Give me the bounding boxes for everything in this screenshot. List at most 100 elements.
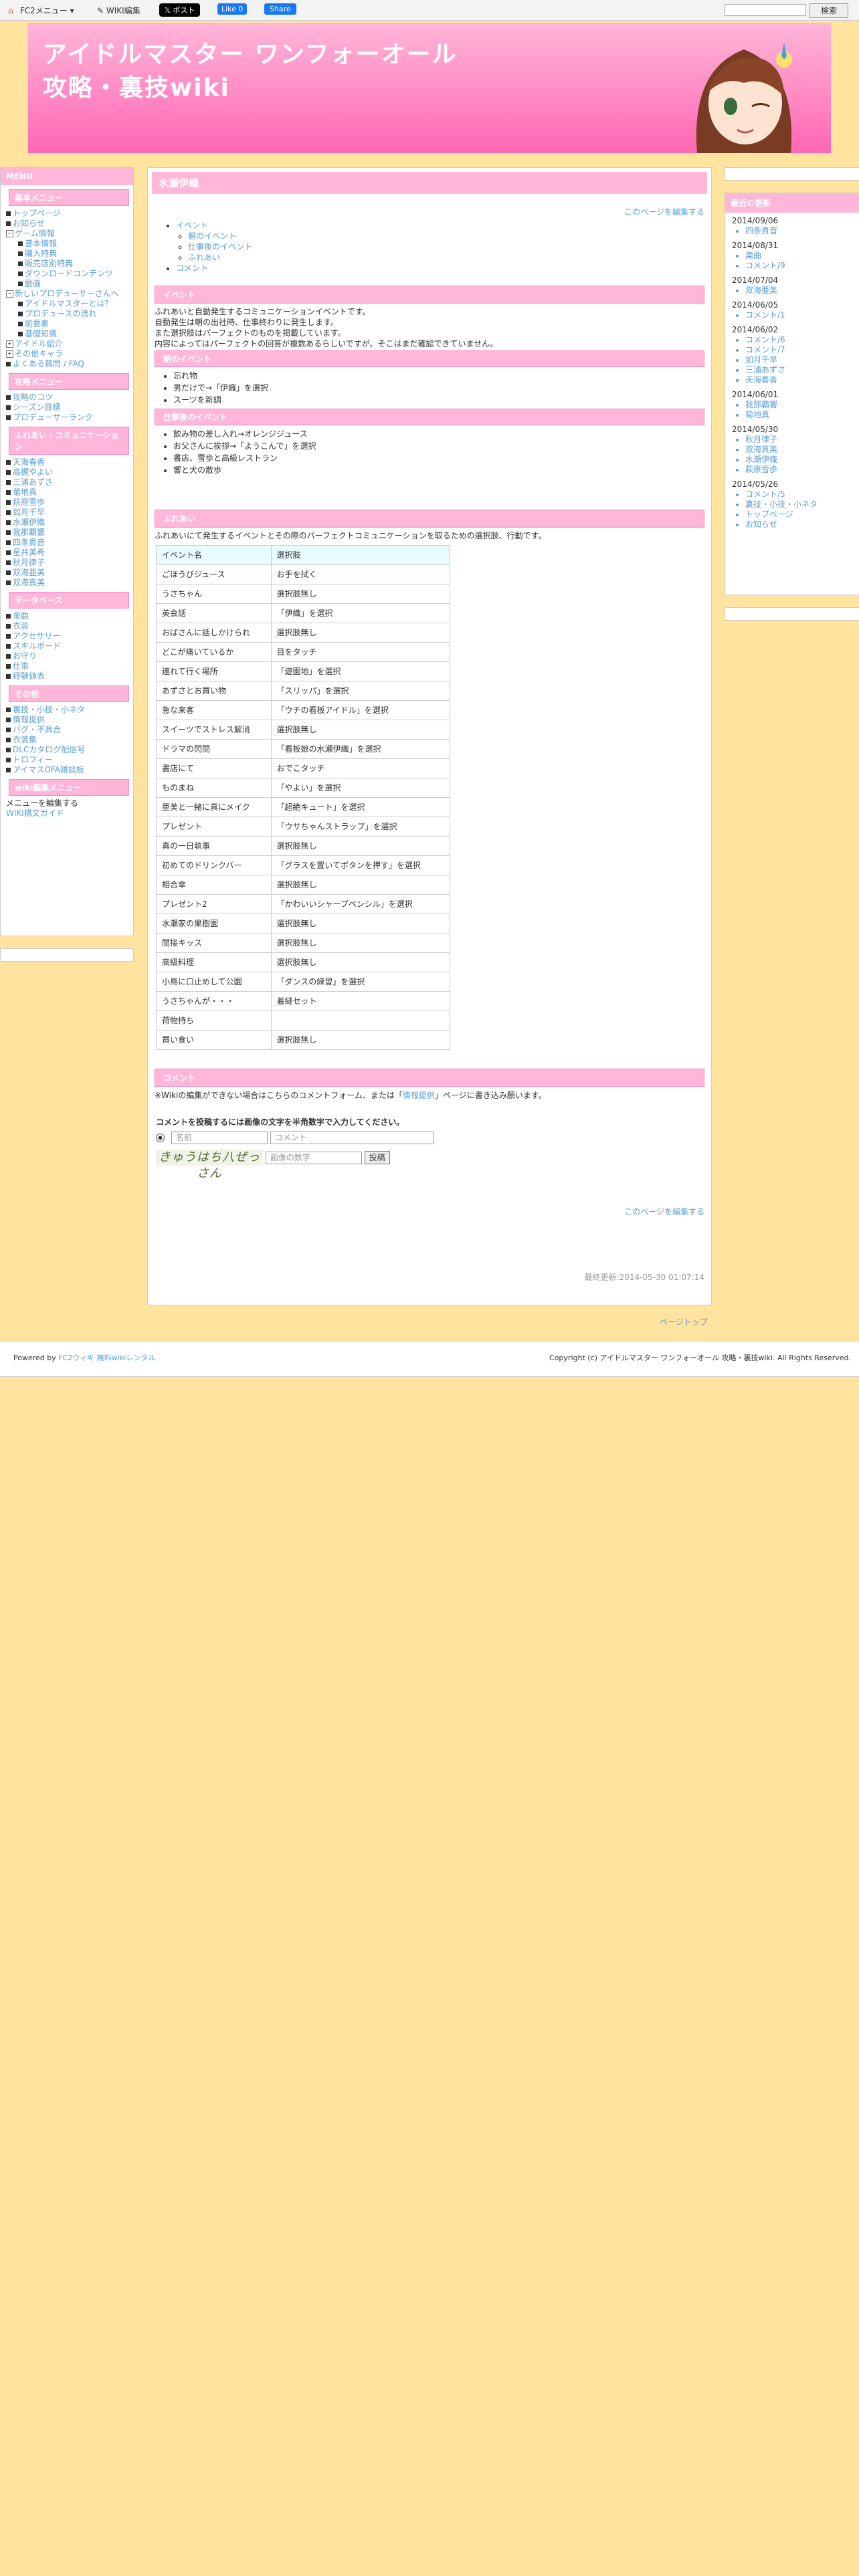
sidebar-item[interactable]: 天海春香	[6, 457, 133, 467]
sidebar-item[interactable]: 菊地真	[6, 488, 133, 498]
sidebar-item[interactable]: バグ・不具合	[6, 725, 133, 735]
edit-page-link[interactable]: このページを編集する	[624, 207, 704, 217]
update-link[interactable]: 萩原雪歩	[745, 465, 852, 475]
fb-share-button[interactable]: Share	[264, 3, 296, 15]
update-link[interactable]: コメント/7	[745, 345, 852, 355]
sidebar-item[interactable]: 基礎知識	[6, 329, 133, 339]
update-link[interactable]: お知らせ	[745, 520, 852, 530]
search-input[interactable]	[725, 4, 806, 16]
sidebar-item-label[interactable]: 情報提供	[13, 715, 45, 724]
sidebar-item[interactable]: 秋月律子	[6, 558, 133, 568]
toc-fureai[interactable]: ふれあい	[188, 253, 220, 262]
fb-like-button[interactable]: Like 0	[217, 3, 248, 15]
sidebar-item-label[interactable]: 基礎知識	[25, 329, 57, 338]
sidebar-item-label[interactable]: 四条貴音	[13, 538, 45, 547]
toc-event[interactable]: イベント	[176, 221, 208, 230]
sidebar-item[interactable]: 経験値表	[6, 671, 133, 681]
fc2-menu[interactable]: ⌂ FC2メニュー ▾	[8, 5, 74, 16]
sidebar-item[interactable]: 高槻やよい	[6, 467, 133, 477]
sidebar-item[interactable]: 仕事	[6, 661, 133, 671]
sidebar-item[interactable]: 楽曲	[6, 611, 133, 621]
name-field[interactable]: 名前	[171, 1132, 268, 1144]
sidebar-item[interactable]: トロフィー	[6, 755, 133, 765]
update-link[interactable]: 秋月律子	[745, 435, 852, 445]
sidebar-item-label[interactable]: 経験値表	[13, 671, 45, 681]
sidebar-item[interactable]: お知らせ	[6, 219, 133, 229]
sidebar-item-label[interactable]: プロデュースの流れ	[25, 309, 96, 318]
sidebar-item[interactable]: 如月千早	[6, 508, 133, 518]
sidebar-item-label[interactable]: お知らせ	[13, 219, 45, 228]
comment-field[interactable]: コメント	[270, 1132, 434, 1144]
sidebar-item-label[interactable]: 天海春香	[13, 457, 45, 467]
sidebar-item-label[interactable]: 購入特典	[25, 249, 57, 258]
sidebar-item-label[interactable]: 双海真美	[13, 578, 45, 587]
update-link[interactable]: 三浦あずさ	[745, 365, 852, 375]
sidebar-item[interactable]: 我那覇響	[6, 528, 133, 538]
sidebar-item-label[interactable]: その他キャラ	[15, 349, 63, 358]
sidebar-item[interactable]: + その他キャラ	[6, 349, 133, 359]
sidebar-item-label[interactable]: 双海亜美	[13, 568, 45, 577]
expand-icon[interactable]: +	[6, 350, 13, 358]
sidebar-item[interactable]: DLCカタログ配信号	[6, 745, 133, 755]
sidebar-item-label[interactable]: バグ・不具合	[13, 725, 61, 734]
sidebar-item[interactable]: 動画	[6, 279, 133, 289]
sidebar-item[interactable]: 四条貴音	[6, 538, 133, 548]
sidebar-item[interactable]: 三浦あずさ	[6, 477, 133, 488]
radio-button[interactable]	[156, 1134, 165, 1142]
sidebar-item-label[interactable]: 基本情報	[25, 239, 57, 248]
sidebar-item-label[interactable]: 楽曲	[13, 611, 29, 621]
sidebar-item[interactable]: シーズン目標	[6, 403, 133, 413]
site-title-line1[interactable]: アイドルマスター ワンフォーオール	[43, 35, 458, 70]
sidebar-item[interactable]: 衣装集	[6, 735, 133, 745]
sidebar-item[interactable]: 水瀬伊織	[6, 518, 133, 528]
sidebar-item[interactable]: 双海亜美	[6, 568, 133, 578]
info-submit-link[interactable]: 情報提供	[403, 1091, 435, 1100]
sidebar-item-label[interactable]: プロデューサーランク	[13, 413, 93, 422]
sidebar-item[interactable]: − ゲーム情報	[6, 229, 133, 239]
sidebar-item-label[interactable]: ゲーム情報	[15, 229, 55, 238]
sidebar-item-label[interactable]: アクセサリー	[13, 631, 60, 641]
sidebar-item[interactable]: 購入特典	[6, 249, 133, 259]
update-link[interactable]: 双海真美	[745, 445, 852, 455]
sidebar-item-label[interactable]: 攻略のコツ	[13, 393, 53, 402]
sidebar-item[interactable]: お守り	[6, 651, 133, 661]
x-post-button[interactable]: 𝕏 ポスト	[159, 3, 201, 17]
update-link[interactable]: 双海亜美	[745, 286, 852, 296]
toc-morning[interactable]: 朝のイベント	[188, 231, 236, 241]
sidebar-item[interactable]: + アイドル紹介	[6, 339, 133, 349]
captcha-field[interactable]: 画像の数字	[265, 1151, 362, 1164]
wiki-edit-link[interactable]: ✎ WIKI編集	[97, 5, 140, 16]
sidebar-item-label[interactable]: 水瀬伊織	[13, 518, 45, 527]
sidebar-item[interactable]: 裏技・小技・小ネタ	[6, 705, 133, 715]
update-link[interactable]: 如月千早	[745, 355, 852, 365]
fc2-wiki-link[interactable]: FC2ウィキ	[58, 1354, 94, 1362]
update-link[interactable]: 天海春香	[745, 375, 852, 385]
sidebar-item[interactable]: アイドルマスターとは？	[6, 299, 133, 309]
sidebar-item[interactable]: プロデューサーランク	[6, 413, 133, 423]
sidebar-item-label[interactable]: 如月千早	[13, 508, 45, 517]
update-link[interactable]: コメント/1	[745, 310, 852, 320]
sidebar-item-label[interactable]: 秋月律子	[13, 558, 45, 567]
sidebar-item-label[interactable]: トップページ	[13, 209, 61, 218]
site-title-line2[interactable]: 攻略・裏技wiki	[43, 68, 230, 103]
sidebar-item[interactable]: − 新しいプロデューサーさんへ	[6, 289, 133, 299]
sidebar-item-label[interactable]: アイドルマスターとは？	[25, 299, 112, 308]
search-button[interactable]: 検索	[809, 3, 848, 18]
expand-icon[interactable]: +	[6, 340, 13, 348]
sidebar-item-label[interactable]: 三浦あずさ	[13, 477, 53, 487]
sidebar-item[interactable]: 萩原雪歩	[6, 498, 133, 508]
sidebar-item-label[interactable]: 星井美希	[13, 548, 45, 557]
sidebar-item-label[interactable]: アイドル紹介	[15, 339, 62, 348]
sidebar-item[interactable]: ダウンロードコンテンツ	[6, 269, 133, 279]
menu-edit-link[interactable]: メニューを編集する	[6, 798, 133, 809]
toc-comment[interactable]: コメント	[176, 263, 208, 273]
update-link[interactable]: 水瀬伊織	[745, 455, 852, 465]
update-link[interactable]: トップページ	[745, 510, 852, 520]
edit-page-link-bottom[interactable]: このページを編集する	[624, 1207, 704, 1216]
sidebar-item[interactable]: 前要素	[6, 319, 133, 329]
update-link[interactable]: 楽曲	[745, 251, 852, 261]
update-link[interactable]: 裏技・小技・小ネタ	[745, 500, 852, 510]
sidebar-item[interactable]: 情報提供	[6, 715, 133, 725]
sidebar-item-label[interactable]: アイマスOFA雑談板	[13, 765, 84, 774]
sidebar-item-label[interactable]: 我那覇響	[13, 528, 45, 537]
